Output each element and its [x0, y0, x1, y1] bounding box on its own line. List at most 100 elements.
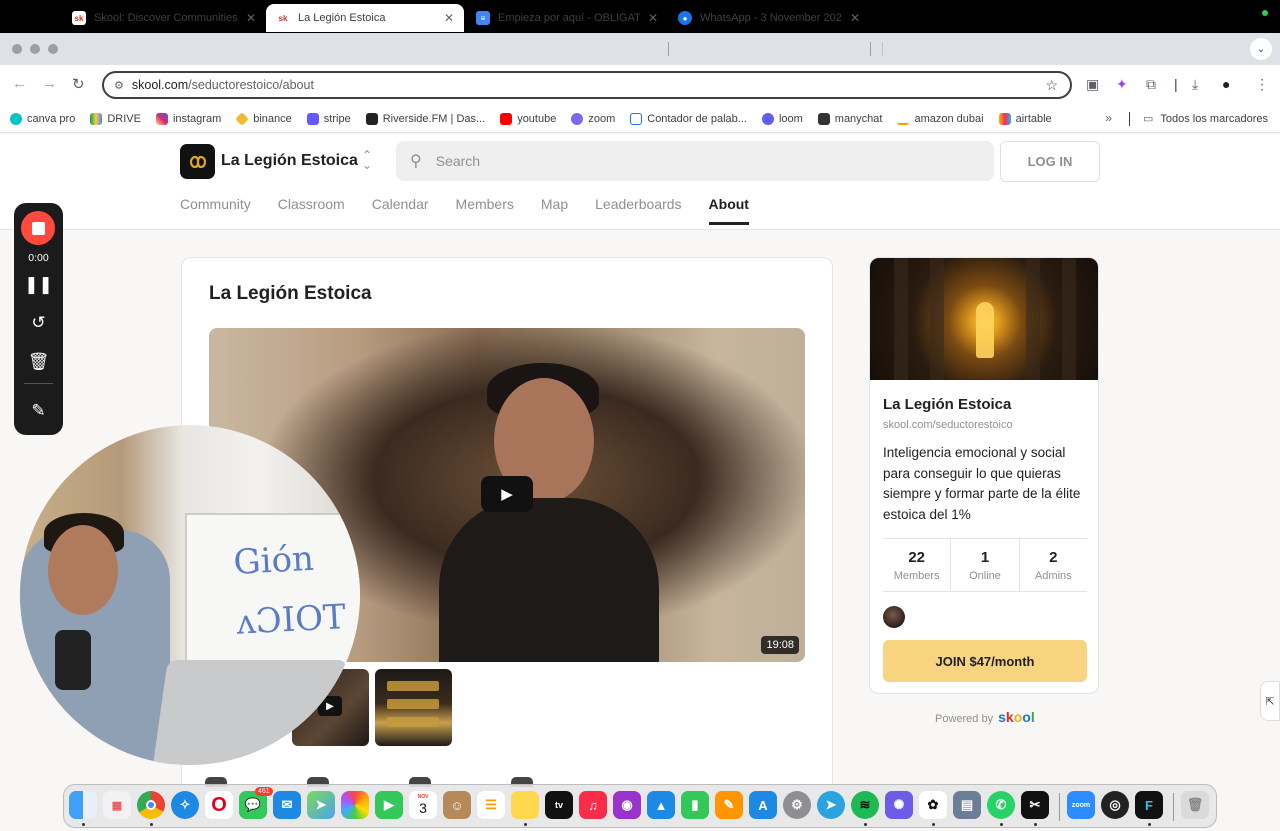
facetime-icon[interactable]: ▶	[375, 791, 403, 819]
tab-calendar[interactable]: Calendar	[372, 196, 429, 225]
tab-empieza-por-aqui[interactable]: ≡ Empieza por aquí - OBLIGATORIO ✕	[466, 4, 668, 32]
chatgpt-icon[interactable]: ✿	[919, 791, 947, 819]
mail-icon[interactable]: ✉	[273, 791, 301, 819]
tab-search-chevron-icon[interactable]: ⌄	[1250, 38, 1272, 60]
close-tab-icon[interactable]: ✕	[648, 11, 658, 25]
trash-bin-icon[interactable]: 🗑	[1181, 791, 1209, 819]
close-window-icon[interactable]	[12, 44, 22, 54]
back-arrow-icon[interactable]: ←	[12, 75, 27, 92]
group-switcher-icon[interactable]: ⌃ ⌄	[362, 149, 372, 171]
close-tab-icon[interactable]: ✕	[850, 11, 860, 25]
bookmark-star-icon[interactable]: ☆	[1045, 77, 1058, 94]
bookmark-instagram[interactable]: instagram	[155, 112, 221, 125]
stop-record-button[interactable]	[21, 211, 55, 245]
powered-by[interactable]: Powered by skool	[935, 709, 1035, 725]
system-settings-icon[interactable]: ⚙	[783, 791, 811, 819]
tab-classroom[interactable]: Classroom	[278, 196, 345, 225]
bookmark-riverside[interactable]: Riverside.FM | Das...	[365, 112, 485, 125]
apple-tv-icon[interactable]: tv	[545, 791, 573, 819]
restart-icon[interactable]: ↺	[14, 313, 63, 333]
reload-icon[interactable]: ↻	[72, 75, 85, 93]
maximize-window-icon[interactable]	[48, 44, 58, 54]
join-button[interactable]: JOIN $47/month	[883, 640, 1087, 682]
bookmark-manychat[interactable]: manychat	[817, 112, 882, 125]
profile-avatar-icon[interactable]: ●	[1222, 76, 1230, 92]
close-tab-icon[interactable]: ✕	[444, 11, 454, 25]
tab-leaderboards[interactable]: Leaderboards	[595, 196, 681, 225]
address-bar[interactable]: ⚙ skool.com/seductorestoico/about ☆	[102, 71, 1072, 99]
bookmark-airtable[interactable]: airtable	[998, 112, 1052, 125]
login-button[interactable]: LOG IN	[1000, 141, 1100, 182]
pause-icon[interactable]: ❚❚	[14, 275, 63, 295]
stat-members[interactable]: 22 Members	[883, 539, 952, 591]
app-store-icon[interactable]: A	[749, 791, 777, 819]
webcam-bubble[interactable]: Gión ʌƆIOT	[20, 425, 360, 765]
notes-icon[interactable]	[511, 791, 539, 819]
more-bookmarks-chevron-icon[interactable]: »	[1105, 111, 1112, 125]
finder-icon[interactable]	[69, 791, 97, 819]
perplexity-icon[interactable]: ✺	[885, 791, 913, 819]
tab-about[interactable]: About	[708, 196, 749, 225]
bookmark-stripe[interactable]: stripe	[306, 112, 351, 125]
side-panel-handle-icon[interactable]: ⇱	[1260, 681, 1280, 721]
contacts-icon[interactable]: ☺	[443, 791, 471, 819]
bookmark-zoom[interactable]: zoom	[571, 112, 615, 125]
kebab-menu-icon[interactable]: ⋮	[1255, 76, 1269, 93]
numbers-icon[interactable]: ▮	[681, 791, 709, 819]
maps-icon[interactable]: ➤	[307, 791, 335, 819]
spotify-icon[interactable]: ≋	[851, 791, 879, 819]
safari-icon[interactable]: ✧	[171, 791, 199, 819]
bookmark-contador[interactable]: Contador de palab...	[630, 112, 747, 125]
tab-whatsapp[interactable]: ● WhatsApp - 3 November 2024 ✕	[668, 4, 870, 32]
screen-recorder-icon[interactable]: ◎	[1101, 791, 1129, 819]
music-icon[interactable]: ♫	[579, 791, 607, 819]
bookmark-youtube[interactable]: youtube	[500, 112, 556, 125]
group-name[interactable]: La Legión Estoica	[221, 152, 358, 170]
capcut-icon[interactable]: ✂	[1021, 791, 1049, 819]
bookmark-canva[interactable]: canva pro	[10, 112, 75, 125]
tab-skool-discover[interactable]: sk Skool: Discover Communities ✕	[62, 4, 266, 32]
podcasts-icon[interactable]: ◉	[613, 791, 641, 819]
stat-admins[interactable]: 2 Admins	[1020, 539, 1087, 591]
group-logo[interactable]	[180, 144, 215, 179]
photos-icon[interactable]	[341, 791, 369, 819]
telegram-icon[interactable]: ➤	[817, 791, 845, 819]
tab-members[interactable]: Members	[456, 196, 514, 225]
media-thumbnail-image[interactable]	[375, 669, 452, 746]
extensions-puzzle-icon[interactable]: ⧉	[1146, 76, 1156, 93]
all-bookmarks-folder[interactable]: ▭ Todos los marcadores	[1143, 112, 1268, 126]
tella-icon[interactable]: F	[1135, 791, 1163, 819]
tab-map[interactable]: Map	[541, 196, 568, 225]
site-settings-icon[interactable]: ⚙	[114, 79, 124, 92]
minimize-window-icon[interactable]	[30, 44, 40, 54]
zoom-app-icon[interactable]: zoom	[1067, 791, 1095, 819]
bookmark-amazon[interactable]: amazon dubai	[897, 112, 984, 125]
whatsapp-icon[interactable]: ✆	[987, 791, 1015, 819]
launchpad-icon[interactable]: ▦	[103, 791, 131, 819]
bookmark-drive[interactable]: DRIVE	[90, 112, 141, 125]
record-timer: 0:00	[28, 252, 49, 264]
admin-avatar[interactable]	[883, 606, 905, 628]
stat-online[interactable]: 1 Online	[951, 539, 1020, 591]
forward-arrow-icon[interactable]: →	[42, 75, 57, 92]
trash-icon[interactable]: 🗑	[14, 352, 63, 372]
pages-icon[interactable]: ✎	[715, 791, 743, 819]
chrome-icon[interactable]	[137, 791, 165, 819]
download-icon[interactable]: ⤓	[1192, 76, 1198, 93]
reminders-icon[interactable]: ☰	[477, 791, 505, 819]
tab-la-legion-estoica[interactable]: sk La Legión Estoica ✕	[266, 4, 464, 32]
opera-icon[interactable]: O	[205, 791, 233, 819]
preview-icon[interactable]: ▤	[953, 791, 981, 819]
keynote-icon[interactable]: ▲	[647, 791, 675, 819]
bookmark-loom[interactable]: loom	[761, 112, 803, 125]
tab-community[interactable]: Community	[180, 196, 251, 225]
calendar-icon[interactable]: NOV 3	[409, 791, 437, 819]
draw-pencil-icon[interactable]: ✎	[14, 401, 63, 421]
extension-icon[interactable]: ▣	[1086, 76, 1099, 93]
bookmark-binance[interactable]: binance	[235, 111, 292, 126]
window-controls[interactable]	[12, 44, 58, 54]
extension-sparkle-icon[interactable]: ✦	[1116, 76, 1128, 93]
search-input[interactable]: ⚲ Search	[396, 141, 994, 181]
play-icon[interactable]: ▶	[481, 476, 533, 512]
close-tab-icon[interactable]: ✕	[246, 11, 256, 25]
